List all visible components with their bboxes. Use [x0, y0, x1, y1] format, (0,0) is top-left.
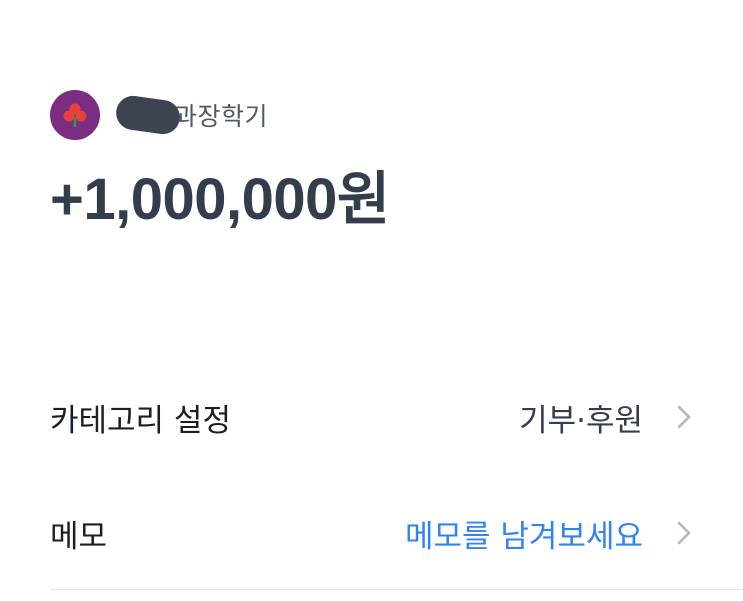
sender-name: 과장학기: [174, 102, 269, 131]
category-setting-row[interactable]: 카테고리 설정 기부·후원: [50, 387, 695, 447]
redacted-name-mask: [113, 93, 183, 137]
transaction-amount: +1,000,000원: [50, 167, 390, 232]
chevron-right-icon: [673, 518, 695, 548]
category-value-group[interactable]: 기부·후원: [519, 395, 695, 440]
memo-value-group[interactable]: 메모를 남겨보세요: [405, 511, 695, 556]
memo-placeholder-link[interactable]: 메모를 남겨보세요: [405, 511, 643, 556]
memo-label: 메모: [50, 518, 108, 555]
category-label: 카테고리 설정: [50, 402, 231, 439]
memo-row[interactable]: 메모 메모를 남겨보세요: [50, 503, 695, 563]
transaction-detail-screen: 과장학기 +1,000,000원 카테고리 설정 기부·후원 메모 메모를 남겨…: [0, 0, 743, 601]
sender-avatar: [50, 90, 100, 140]
sender-info: 과장학기: [50, 90, 268, 140]
row-divider: [50, 589, 743, 590]
flower-logo-icon: [63, 103, 87, 127]
category-value: 기부·후원: [519, 402, 643, 439]
chevron-right-icon: [673, 402, 695, 432]
